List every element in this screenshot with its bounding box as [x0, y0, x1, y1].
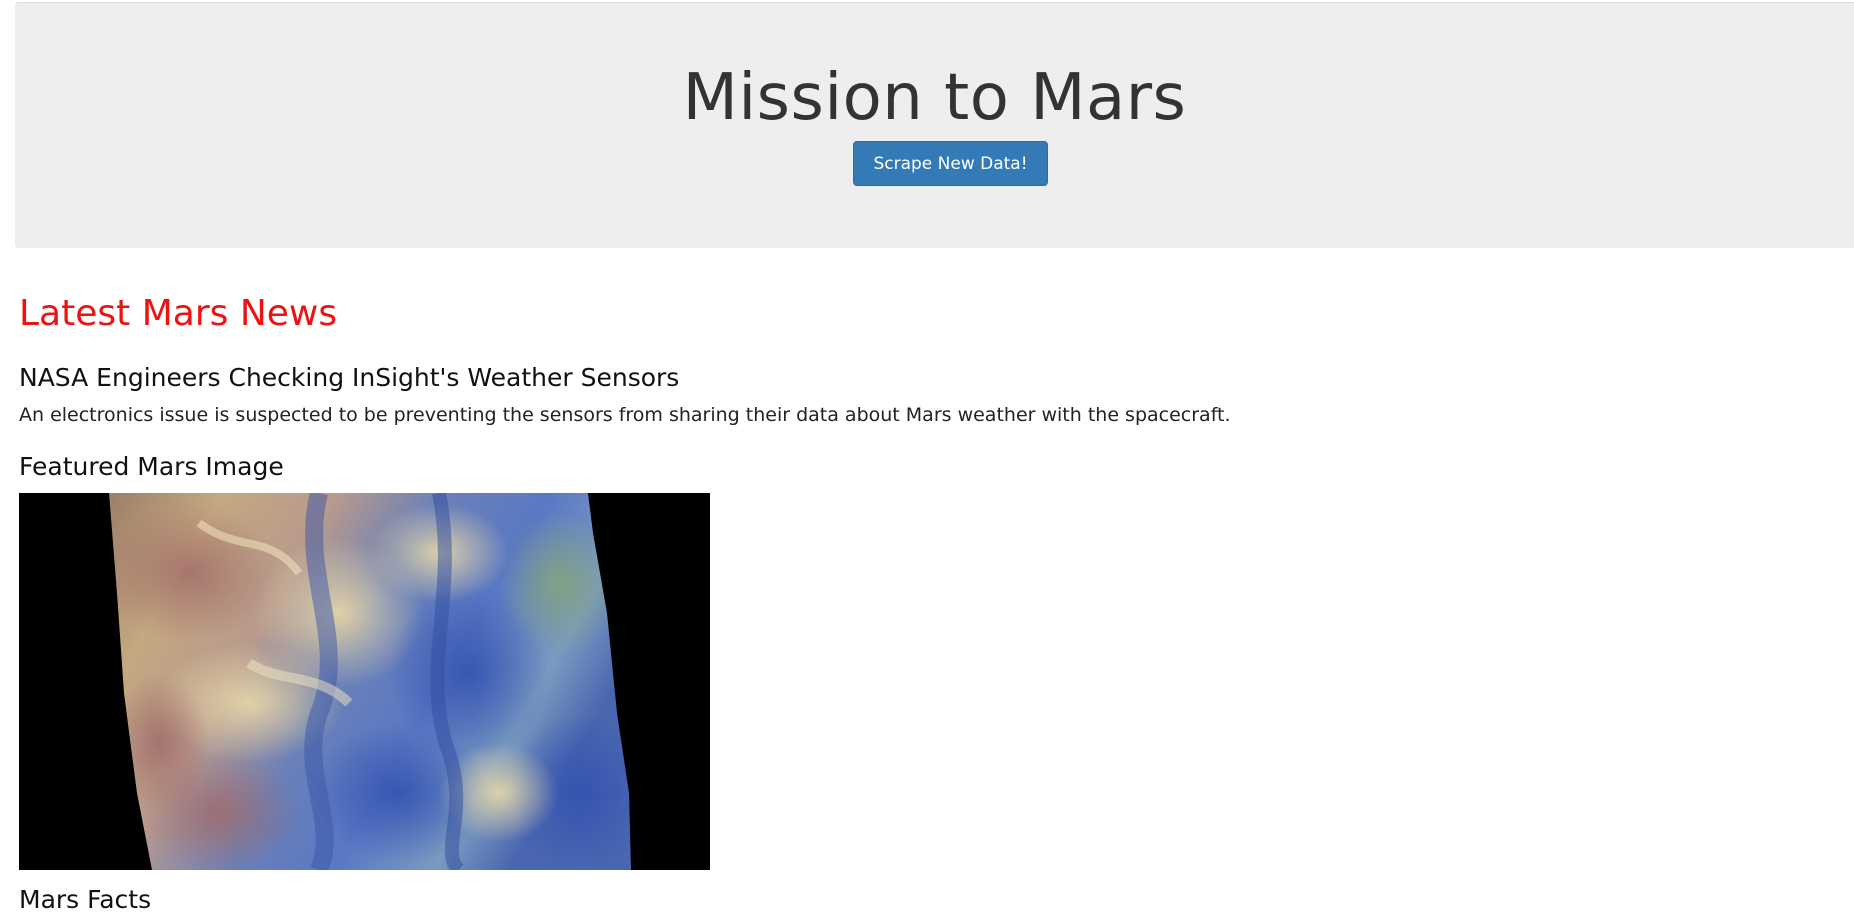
news-paragraph: An electronics issue is suspected to be … [19, 404, 1231, 426]
featured-image-heading: Featured Mars Image [19, 452, 284, 481]
page-title: Mission to Mars [682, 61, 1187, 135]
featured-mars-image [19, 493, 710, 870]
latest-news-heading: Latest Mars News [19, 293, 338, 334]
jumbotron-header: Mission to Mars Scrape New Data! [15, 2, 1854, 248]
news-title: NASA Engineers Checking InSight's Weathe… [19, 363, 680, 392]
mars-terrain-image [19, 493, 710, 870]
mars-facts-heading: Mars Facts [19, 885, 152, 914]
scrape-new-data-button[interactable]: Scrape New Data! [853, 141, 1048, 186]
